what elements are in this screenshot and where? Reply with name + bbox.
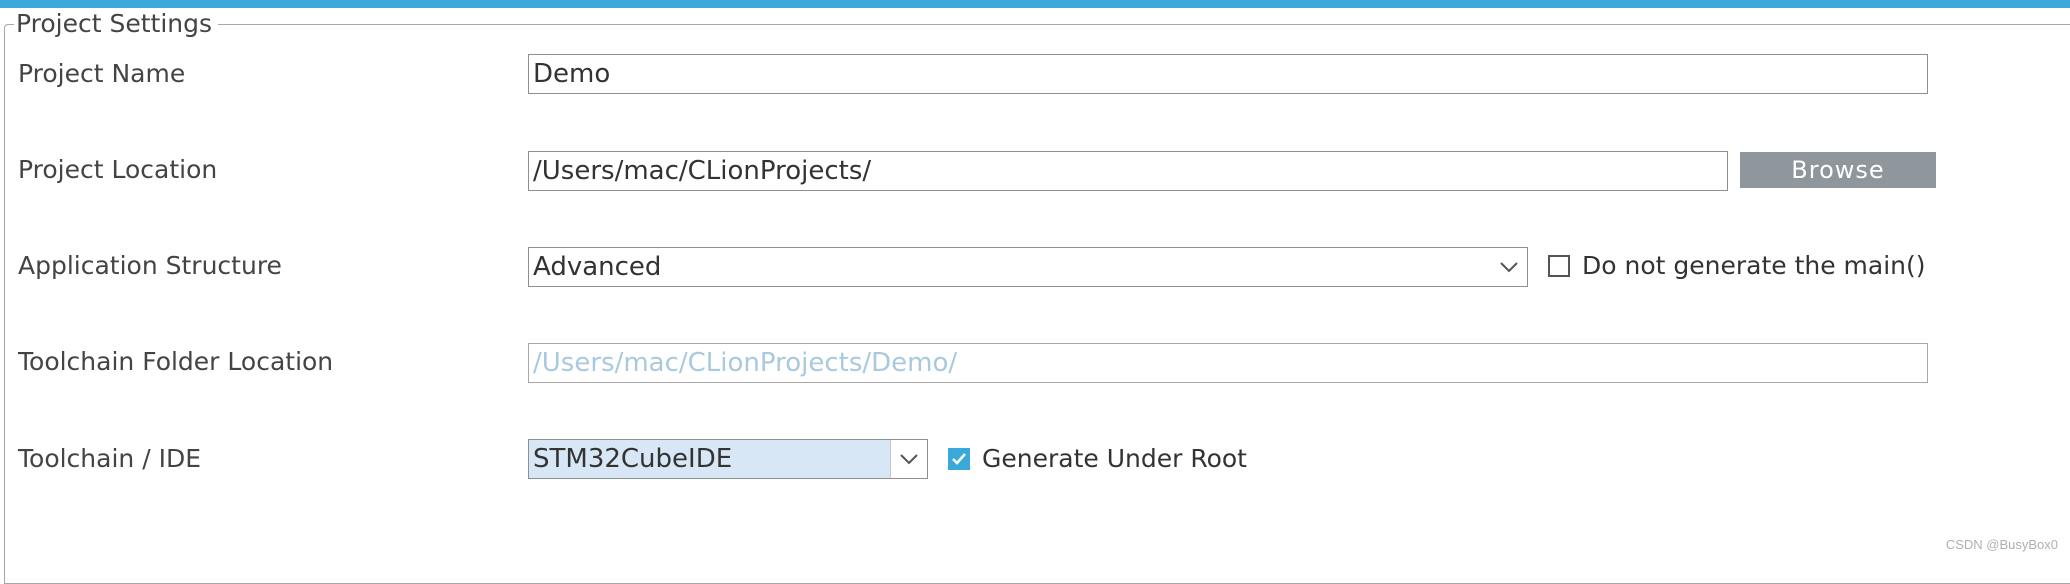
- toolchain-ide-value: STM32CubeIDE: [533, 444, 732, 474]
- do-not-generate-main-label: Do not generate the main(): [1582, 251, 1926, 280]
- toolchain-folder-label: Toolchain Folder Location: [18, 347, 333, 377]
- generate-under-root-checkbox[interactable]: Generate Under Root: [948, 444, 1247, 473]
- do-not-generate-main-checkbox[interactable]: Do not generate the main(): [1548, 251, 1926, 280]
- project-location-label: Project Location: [18, 155, 217, 185]
- window-top-accent-bar: [0, 0, 2070, 8]
- watermark: CSDN @BusyBox0: [1946, 537, 2058, 552]
- generate-under-root-label: Generate Under Root: [982, 444, 1247, 473]
- toolchain-folder-input: /Users/mac/CLionProjects/Demo/: [528, 343, 1928, 383]
- group-title: Project Settings: [14, 9, 218, 39]
- toolchain-ide-label: Toolchain / IDE: [18, 444, 201, 474]
- check-icon[interactable]: [948, 448, 970, 470]
- application-structure-value: Advanced: [533, 252, 661, 282]
- checkbox-box[interactable]: [1548, 255, 1570, 277]
- project-location-input[interactable]: /Users/mac/CLionProjects/: [528, 151, 1728, 191]
- project-name-label: Project Name: [18, 59, 185, 89]
- application-structure-select[interactable]: Advanced: [528, 247, 1528, 287]
- chevron-down-icon[interactable]: [1491, 248, 1527, 286]
- application-structure-label: Application Structure: [18, 251, 282, 281]
- project-settings-group: [4, 24, 2070, 584]
- toolchain-ide-select[interactable]: STM32CubeIDE: [528, 439, 928, 479]
- chevron-down-icon[interactable]: [890, 440, 927, 478]
- project-name-input[interactable]: Demo: [528, 54, 1928, 94]
- browse-button[interactable]: Browse: [1740, 152, 1936, 188]
